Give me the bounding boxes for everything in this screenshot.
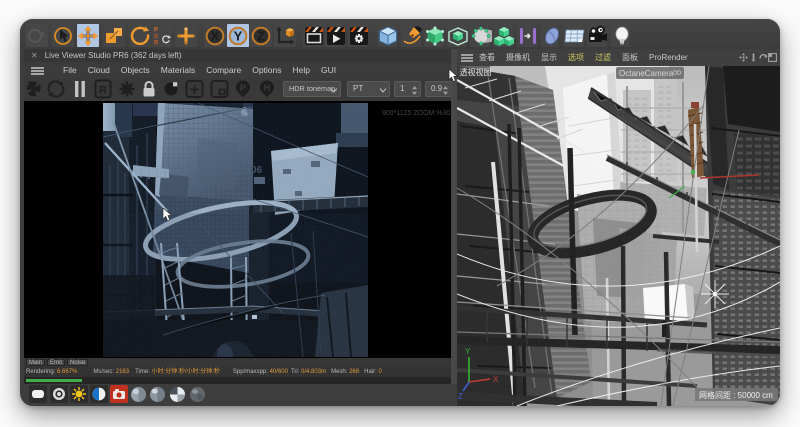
svg-text:Z: Z — [257, 29, 265, 44]
svg-text:网格间距 : 50000 cm: 网格间距 : 50000 cm — [699, 390, 773, 400]
svg-text:P: P — [240, 83, 246, 93]
svg-text:P: P — [154, 28, 158, 34]
svg-text:R: R — [154, 41, 159, 47]
svg-text:S: S — [154, 34, 158, 40]
svg-text:X: X — [211, 29, 220, 44]
svg-text:Y: Y — [234, 29, 243, 44]
svg-text:H: H — [264, 83, 271, 93]
svg-text:R: R — [99, 85, 107, 97]
